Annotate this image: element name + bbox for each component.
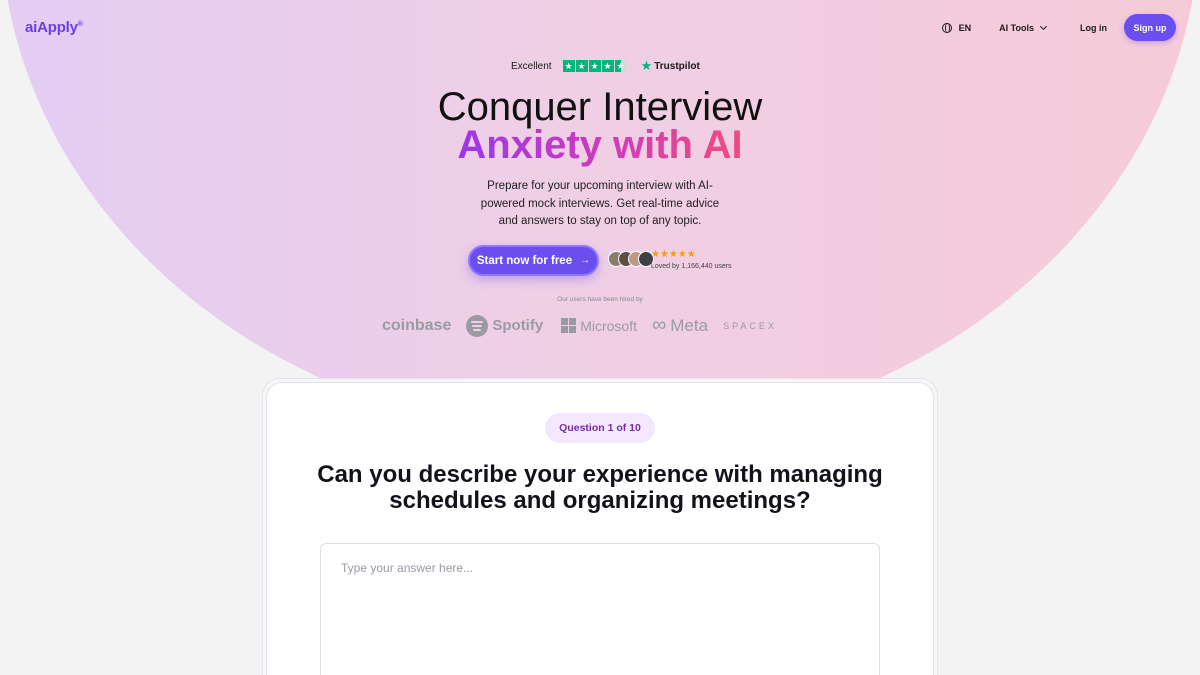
trustpilot-star-icon: ★: [640, 58, 653, 73]
star-icon: ★: [575, 60, 588, 72]
coinbase-logo: coinbase: [382, 317, 451, 335]
meta-infinity-icon: ∞: [652, 314, 667, 336]
logo-text: aiApply: [25, 19, 78, 36]
start-free-button[interactable]: Start now for free →: [468, 245, 599, 276]
chevron-down-icon: [1039, 22, 1048, 30]
user-rating: ★★★★★ Loved by 1,166,440 users: [651, 249, 732, 270]
microsoft-text: Microsoft: [580, 317, 637, 334]
login-link[interactable]: Log in: [1080, 23, 1107, 33]
logo-mark: ®: [77, 21, 83, 28]
star-icon: ★: [562, 60, 575, 72]
coinbase-text: coinbase: [382, 316, 452, 334]
login-label: Log in: [1080, 22, 1107, 33]
trustpilot-logo: ★ Trustpilot: [641, 58, 700, 74]
globe-icon: [941, 22, 952, 33]
spotify-logo: Spotify: [466, 314, 544, 337]
five-stars-icon: ★★★★★: [651, 249, 696, 260]
spotify-text: Spotify: [492, 317, 544, 334]
meta-text: Meta: [670, 315, 709, 335]
ai-tools-label: AI Tools: [999, 22, 1034, 33]
hired-by-label: Our users have been hired by: [557, 296, 643, 303]
rating-word: Excellent: [511, 60, 552, 72]
language-selector[interactable]: EN: [941, 22, 972, 33]
microsoft-icon: [561, 318, 577, 333]
spacex-logo: SPACEX: [723, 321, 777, 331]
trustpilot-rating[interactable]: Excellent ★ ★ ★ ★ ★ ★ Trustpilot: [511, 58, 700, 74]
question-progress-badge: Question 1 of 10: [545, 413, 655, 443]
spacex-text: SPACEX: [723, 320, 777, 331]
cta-label: Start now for free: [476, 254, 573, 267]
ai-tools-menu[interactable]: AI Tools: [999, 22, 1048, 33]
user-avatars: [608, 251, 654, 267]
hero-title-line1: Conquer Interview: [437, 85, 763, 129]
signup-button[interactable]: Sign up: [1124, 14, 1176, 41]
interview-question: Can you describe your experience with ma…: [317, 461, 883, 514]
half-star-icon: ★: [614, 60, 627, 72]
arrow-right-icon: →: [580, 255, 591, 266]
answer-input[interactable]: [320, 543, 880, 675]
star-icon: ★: [588, 60, 601, 72]
trustpilot-stars: ★ ★ ★ ★ ★: [562, 60, 627, 72]
star-icon: ★: [601, 60, 614, 72]
hero-title-line2: Anxiety with AI: [0, 123, 1200, 167]
loved-by-count: Loved by 1,166,440 users: [651, 263, 732, 270]
signup-label: Sign up: [1133, 22, 1167, 33]
meta-logo: ∞ Meta: [652, 314, 708, 337]
spotify-icon: [466, 314, 489, 337]
company-logos: coinbase Spotify Microsoft ∞ Meta SPACEX: [382, 314, 777, 337]
logo[interactable]: aiApply®: [25, 19, 83, 36]
hero-subtitle: Prepare for your upcoming interview with…: [480, 180, 720, 227]
trustpilot-brand: Trustpilot: [654, 60, 700, 72]
hero-title-gradient-text: Anxiety with AI: [457, 123, 743, 167]
top-nav: EN AI Tools Log in Sign up: [941, 14, 1176, 41]
microsoft-logo: Microsoft: [561, 318, 637, 334]
language-label: EN: [958, 22, 972, 33]
